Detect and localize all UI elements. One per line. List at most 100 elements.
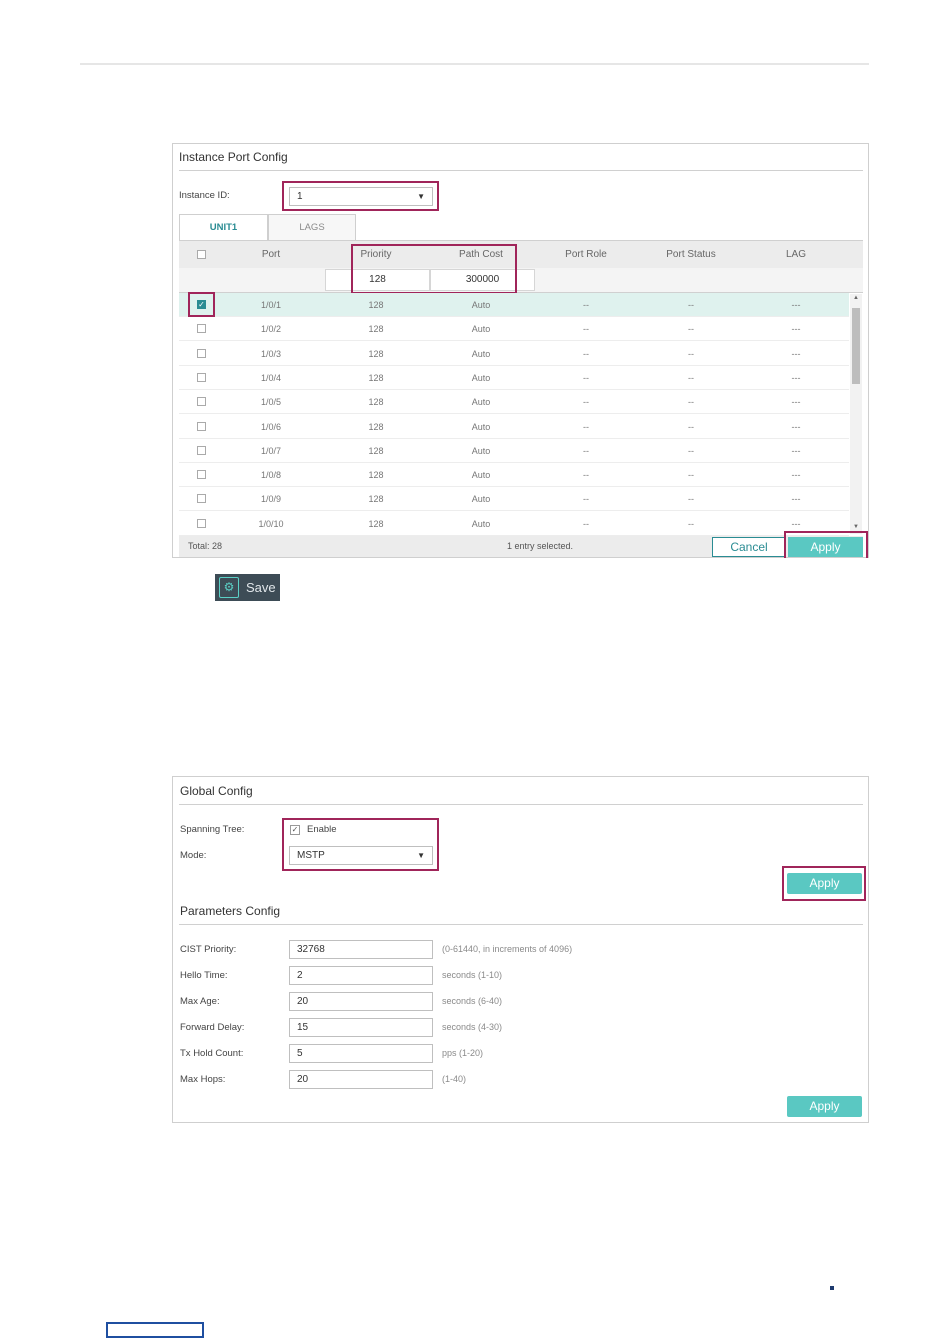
cell-path-cost: Auto — [471, 372, 491, 383]
cell-port: 1/0/4 — [260, 372, 282, 383]
selection-count: 1 entry selected. — [507, 541, 574, 551]
highlight-instance-id — [282, 181, 439, 211]
table-row[interactable]: 1/0/9 128 Auto -- -- --- — [179, 487, 849, 512]
cell-priority: 128 — [368, 494, 384, 505]
param-hint: seconds (6-40) — [442, 996, 503, 1006]
param-input[interactable]: 32768 — [289, 940, 433, 959]
cell-lag: --- — [791, 421, 801, 432]
cell-priority: 128 — [368, 348, 384, 359]
top-rule — [80, 63, 869, 65]
col-port: Port — [261, 249, 281, 260]
table-row[interactable]: 1/0/2 128 Auto -- -- --- — [179, 317, 849, 342]
cell-path-cost: Auto — [471, 518, 491, 529]
cell-role: -- — [583, 494, 589, 505]
table-row[interactable]: 1/0/5 128 Auto -- -- --- — [179, 390, 849, 415]
cell-role: -- — [583, 470, 589, 481]
cell-port: 1/0/7 — [260, 445, 282, 456]
table-header: Port Priority Path Cost Port Role Port S… — [179, 240, 863, 268]
cell-lag: --- — [791, 324, 801, 335]
save-button[interactable]: ⚙ Save — [215, 574, 280, 601]
cell-path-cost: Auto — [471, 397, 491, 408]
tab-unit1[interactable]: UNIT1 — [179, 214, 268, 240]
table-row[interactable]: 1/0/8 128 Auto -- -- --- — [179, 463, 849, 488]
cell-priority: 128 — [368, 470, 384, 481]
param-input[interactable]: 2 — [289, 966, 433, 985]
row-checkbox[interactable] — [197, 494, 206, 504]
param-input[interactable]: 20 — [289, 992, 433, 1011]
cell-lag: --- — [791, 348, 801, 359]
param-label: Forward Delay: — [180, 1022, 245, 1033]
global-divider — [179, 804, 863, 805]
highlight-global-settings — [282, 818, 439, 871]
cell-status: -- — [688, 300, 694, 310]
cell-path-cost: Auto — [471, 300, 491, 310]
row-checkbox[interactable] — [197, 518, 206, 528]
cell-priority: 128 — [368, 518, 384, 529]
cell-priority: 128 — [368, 324, 384, 335]
select-all-checkbox[interactable] — [197, 250, 206, 259]
cell-path-cost: Auto — [471, 494, 491, 505]
parameters-divider — [179, 924, 863, 925]
cell-status: -- — [688, 445, 694, 456]
row-checkbox[interactable] — [197, 397, 206, 407]
title-divider — [179, 170, 863, 171]
table-row[interactable]: 1/0/10 128 Auto -- -- --- — [179, 512, 849, 536]
param-input[interactable]: 5 — [289, 1044, 433, 1063]
row-checkbox[interactable] — [197, 445, 206, 455]
highlight-apply — [784, 531, 868, 558]
cell-port: 1/0/5 — [260, 397, 282, 408]
cell-lag: --- — [791, 372, 801, 383]
spanning-tree-label: Spanning Tree: — [180, 824, 245, 835]
cell-priority: 128 — [368, 372, 384, 383]
cancel-button[interactable]: Cancel — [712, 537, 786, 557]
batch-edit-row: 128 300000 — [179, 268, 863, 293]
param-hint: seconds (4-30) — [442, 1022, 503, 1032]
parameters-apply-button[interactable]: Apply — [787, 1096, 862, 1117]
cell-port: 1/0/1 — [260, 300, 282, 310]
table-row[interactable]: 1/0/6 128 Auto -- -- --- — [179, 415, 849, 439]
row-checkbox[interactable] — [197, 348, 206, 358]
param-label: CIST Priority: — [180, 944, 237, 955]
row-checkbox[interactable] — [197, 421, 206, 431]
page-marker — [830, 1286, 834, 1290]
row-checkbox[interactable] — [197, 470, 206, 480]
cell-priority: 128 — [368, 445, 384, 456]
table-row[interactable]: ✓ 1/0/1 128 Auto -- -- --- — [179, 293, 849, 317]
scroll-thumb[interactable] — [852, 308, 860, 384]
param-label: Max Age: — [180, 996, 220, 1007]
highlight-priority-pathcost — [351, 244, 517, 294]
cell-port: 1/0/9 — [260, 494, 282, 505]
param-input[interactable]: 15 — [289, 1018, 433, 1037]
cell-priority: 128 — [368, 421, 384, 432]
cell-path-cost: Auto — [471, 348, 491, 359]
cell-role: -- — [583, 397, 589, 408]
param-input[interactable]: 20 — [289, 1070, 433, 1089]
param-label: Max Hops: — [180, 1074, 226, 1085]
cell-lag: --- — [791, 445, 801, 456]
param-label: Hello Time: — [180, 970, 228, 981]
table-row[interactable]: 1/0/3 128 Auto -- -- --- — [179, 342, 849, 366]
highlight-global-apply — [782, 866, 866, 901]
total-count: Total: 28 — [188, 541, 223, 551]
col-lag: LAG — [785, 249, 806, 260]
cell-lag: --- — [791, 300, 801, 310]
scroll-up-icon[interactable]: ▲ — [850, 295, 862, 301]
tab-lags[interactable]: LAGS — [268, 214, 356, 240]
cell-status: -- — [688, 348, 694, 359]
param-hint: (1-40) — [442, 1074, 467, 1084]
table-row[interactable]: 1/0/4 128 Auto -- -- --- — [179, 366, 849, 390]
table-scrollbar[interactable]: ▲ ▼ — [850, 294, 862, 534]
footer-link-box[interactable] — [106, 1322, 204, 1338]
cell-role: -- — [583, 372, 589, 383]
cell-status: -- — [688, 372, 694, 383]
cell-role: -- — [583, 445, 589, 456]
cell-role: -- — [583, 300, 589, 310]
row-checkbox[interactable] — [197, 324, 206, 334]
row-checkbox[interactable] — [197, 372, 206, 382]
table-row[interactable]: 1/0/7 128 Auto -- -- --- — [179, 439, 849, 463]
scroll-down-icon[interactable]: ▼ — [850, 524, 862, 530]
cell-status: -- — [688, 324, 694, 335]
cell-role: -- — [583, 518, 589, 529]
mode-label: Mode: — [180, 850, 207, 861]
cell-priority: 128 — [368, 397, 384, 408]
